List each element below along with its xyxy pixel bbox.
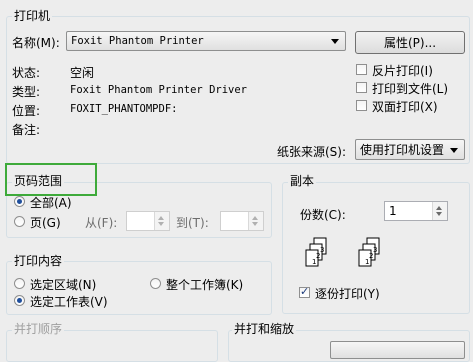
print-what-legend: 打印内容 (12, 254, 65, 268)
chevron-down-icon (331, 39, 339, 44)
copies-count-label: 份数(C): (300, 208, 346, 222)
location-label: 位置: (12, 104, 41, 118)
from-spinner[interactable] (126, 211, 170, 231)
stack2-page-1: 1 (365, 258, 369, 266)
print-to-file-label[interactable]: 打印到文件(L) (372, 80, 448, 97)
reverse-print-label[interactable]: 反片打印(I) (372, 62, 433, 79)
collate-checkbox[interactable] (299, 285, 310, 298)
entire-workbook-label[interactable]: 整个工作簿(K) (166, 276, 243, 293)
status-label: 状态: (12, 66, 41, 80)
paper-source-select[interactable]: 使用打印机设置 (355, 139, 465, 160)
selection-radio[interactable] (14, 278, 25, 289)
pages-radio[interactable] (14, 216, 25, 227)
selection-label[interactable]: 选定区域(N) (30, 276, 96, 293)
reverse-print-checkbox[interactable] (356, 64, 367, 75)
stack2-page-3: 3 (373, 246, 377, 254)
chevron-down-icon (450, 147, 458, 153)
copies-count-value: 1 (389, 204, 397, 218)
copies-count-spinner[interactable]: 1 (384, 201, 448, 221)
duplex-print-label[interactable]: 双面打印(X) (372, 98, 438, 115)
entire-workbook-radio[interactable] (150, 278, 161, 289)
print-to-file-checkbox[interactable] (356, 82, 367, 93)
type-value: Foxit Phantom Printer Driver (70, 84, 248, 96)
duplex-print-checkbox[interactable] (356, 100, 367, 111)
copies-spin-buttons[interactable] (432, 202, 447, 220)
print-order-legend: 并打顺序 (12, 322, 65, 336)
stack1-page-2: 2 (316, 252, 320, 260)
pages-label[interactable]: 页(G) (30, 214, 61, 231)
all-pages-label[interactable]: 全部(A) (30, 194, 72, 211)
location-value: FOXIT_PHANTOMPDF: (70, 103, 178, 115)
from-label: 从(F): (85, 216, 118, 230)
stack1-page-1: 1 (312, 258, 316, 266)
copies-legend: 副本 (288, 174, 317, 188)
printer-name-select[interactable]: Foxit Phantom Printer (66, 31, 346, 51)
page-range-highlight (5, 163, 97, 196)
collate-pages-icon: 3 2 1 3 2 1 (305, 237, 380, 267)
printer-name-label: 名称(M): (12, 36, 60, 50)
paper-source-value: 使用打印机设置 (360, 143, 445, 157)
merge-zoom-select[interactable] (330, 341, 465, 359)
paper-source-label: 纸张来源(S): (277, 145, 347, 159)
type-label: 类型: (12, 85, 41, 99)
to-spinner[interactable] (220, 211, 264, 231)
to-spin-buttons[interactable] (248, 212, 263, 230)
stack2-page-2: 2 (369, 252, 373, 260)
printer-name-value: Foxit Phantom Printer (71, 35, 204, 47)
merge-zoom-legend: 并打和缩放 (232, 322, 297, 336)
from-spin-buttons[interactable] (154, 212, 169, 230)
to-label: 到(T): (176, 216, 209, 230)
status-value: 空闲 (70, 66, 95, 80)
collate-label[interactable]: 逐份打印(Y) (315, 285, 380, 302)
printer-group-legend: 打印机 (12, 9, 53, 23)
stack1-page-3: 3 (320, 246, 324, 254)
active-sheets-label[interactable]: 选定工作表(V) (30, 293, 108, 310)
properties-button[interactable]: 属性(P)... (355, 31, 465, 54)
comment-label: 备注: (12, 123, 41, 137)
all-pages-radio[interactable] (14, 196, 25, 207)
active-sheets-radio[interactable] (14, 295, 25, 306)
